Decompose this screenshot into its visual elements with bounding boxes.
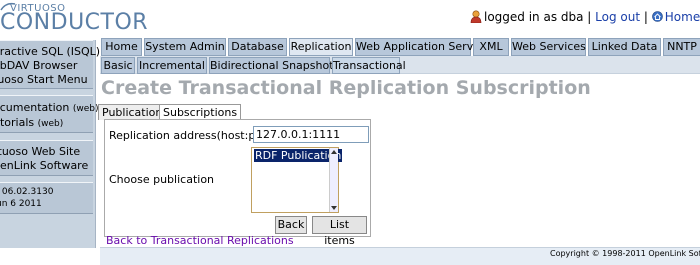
publication-list[interactable]: RDF Publication — [251, 147, 343, 213]
sidebar-group-tools: eractive SQL (ISQL) ebDAV Browser tuoso … — [0, 40, 100, 89]
publication-label: Choose publication — [109, 173, 215, 186]
sidebar-item-tutorials[interactable]: utorials (web) — [0, 116, 63, 129]
back-to-replications-link[interactable]: Back to Transactional Replications — [106, 234, 294, 247]
sidebar-item-isql[interactable]: eractive SQL (ISQL) — [0, 45, 100, 58]
main-tabs: Home System Admin Database Replication W… — [100, 38, 700, 56]
publication-list-scrollbar[interactable] — [329, 148, 338, 212]
subtab-basic[interactable]: Basic — [101, 57, 135, 74]
sidebar-item-label: ocumentation — [0, 101, 70, 114]
copyright-text: Copyright © 1998-2011 OpenLink Software — [550, 249, 700, 258]
tab-home[interactable]: Home — [101, 38, 142, 56]
sidebar-item-start-menu[interactable]: tuoso Start Menu — [0, 73, 88, 86]
list-items-button[interactable]: List items — [312, 216, 367, 247]
sidebar-group-links: rtuoso Web Site penLink Software — [0, 140, 93, 176]
sidebar-version-box: : 06.02.3130 un 6 2011 — [0, 182, 93, 214]
home-link[interactable]: Home — [665, 10, 700, 24]
version-text: : 06.02.3130 — [0, 187, 54, 197]
user-icon — [470, 10, 482, 23]
sidebar: eractive SQL (ISQL) ebDAV Browser tuoso … — [0, 40, 100, 248]
header: VIRTUOSO CONDUCTOR logged in as dba | Lo… — [0, 0, 700, 40]
tab-nntp[interactable]: NNTP — [663, 38, 700, 56]
tab-database[interactable]: Database — [228, 38, 287, 56]
subtab-bidirectional-snapshot[interactable]: Bidirectional Snapshot — [209, 57, 334, 74]
logged-in-text: logged in as dba | — [484, 10, 592, 24]
separator: | — [643, 10, 648, 24]
tab-replication[interactable]: Replication — [289, 38, 353, 56]
home-icon[interactable] — [651, 11, 663, 22]
sidebar-item-virtuoso-site[interactable]: rtuoso Web Site — [0, 145, 80, 158]
sub-tabs: Basic Incremental Bidirectional Snapshot… — [100, 56, 700, 74]
subtab-transactional[interactable]: Transactional — [332, 57, 406, 74]
scroll-arrows-icon — [331, 150, 337, 210]
back-button[interactable]: Back — [275, 216, 307, 234]
tab-web-services[interactable]: Web Services — [511, 38, 586, 56]
sidebar-item-openlink[interactable]: penLink Software — [0, 159, 88, 172]
tab-subscriptions[interactable]: Subscriptions — [159, 104, 242, 120]
sidebar-item-suffix: (web) — [72, 104, 99, 114]
sidebar-item-label: utorials — [0, 116, 35, 129]
build-date-text: un 6 2011 — [0, 199, 42, 209]
sidebar-item-webdav[interactable]: ebDAV Browser — [0, 59, 77, 72]
tab-system-admin[interactable]: System Admin — [144, 38, 226, 56]
sidebar-item-documentation[interactable]: ocumentation (web) — [0, 101, 98, 114]
logout-link[interactable]: Log out — [595, 10, 640, 24]
subtab-incremental[interactable]: Incremental — [137, 57, 207, 74]
address-label: Replication address(host:port) — [109, 129, 276, 142]
sidebar-group-docs: ocumentation (web) utorials (web) — [0, 95, 98, 133]
tab-web-application-server[interactable]: Web Application Server — [355, 38, 485, 56]
tab-linked-data[interactable]: Linked Data — [588, 38, 661, 56]
tab-xml[interactable]: XML — [473, 38, 509, 56]
logo-text: CONDUCTOR — [0, 10, 149, 35]
sidebar-item-suffix: (web) — [37, 119, 64, 129]
page-title: Create Transactional Replication Subscri… — [101, 77, 591, 99]
replication-address-input[interactable] — [253, 126, 369, 143]
user-box: logged in as dba | Log out | Home — [470, 10, 700, 24]
